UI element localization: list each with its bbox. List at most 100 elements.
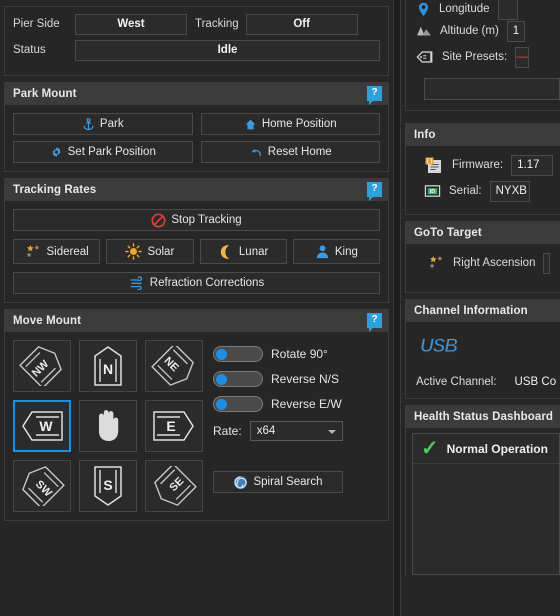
site-name-input[interactable] [424, 78, 560, 100]
reverse-ns-row: Reverse N/S [213, 371, 380, 387]
reset-home-button[interactable]: Reset Home [200, 141, 380, 163]
move-mount-options: Rotate 90° Reverse N/S Reverse E/W Rate: [213, 340, 380, 512]
reverse-ew-toggle[interactable] [213, 396, 263, 412]
help-icon[interactable]: ? [367, 313, 382, 332]
solar-button[interactable]: Solar [106, 239, 194, 264]
move-northeast-button[interactable]: NE [145, 340, 203, 392]
park-button[interactable]: Park [13, 113, 193, 135]
info-header: Info [406, 124, 560, 146]
active-channel-value: USB Co [514, 376, 557, 388]
status-row-status: Status Idle [13, 39, 380, 61]
refraction-corrections-button[interactable]: Refraction Corrections [13, 272, 380, 294]
move-stop-button[interactable] [79, 400, 137, 452]
site-presets-row: Site Presets: — [406, 44, 560, 70]
svg-text:NW: NW [30, 358, 52, 380]
health-status-header: Health Status Dashboard [406, 406, 560, 428]
svg-text:N: N [103, 361, 113, 377]
active-channel-row: Active Channel: USB Co [406, 372, 560, 392]
svg-text:E: E [166, 418, 175, 434]
toggle-knob [216, 374, 227, 385]
goto-target-body: Right Ascension [406, 244, 560, 292]
park-button-label: Park [99, 118, 124, 130]
home-position-label: Home Position [261, 118, 337, 130]
status-row-pier-tracking: Pier Side West Tracking Off [13, 13, 380, 35]
chevron-down-icon [327, 430, 336, 434]
move-mount-controls: NW N NE W E SW S SE Rotate 90° Reverse N… [13, 340, 380, 512]
status-label: Status [13, 44, 46, 56]
rate-select[interactable]: x64 [249, 421, 343, 441]
firmware-icon: {} [424, 156, 444, 175]
home-position-button[interactable]: Home Position [200, 113, 380, 135]
move-northwest-button[interactable]: NW [13, 340, 71, 392]
set-park-position-button[interactable]: Set Park Position [13, 141, 193, 163]
rate-label: Rate: [213, 424, 242, 438]
pier-side-value: West [75, 13, 187, 35]
site-presets-label: Site Presets: [442, 51, 508, 63]
site-presets-select[interactable]: — [515, 46, 530, 68]
move-north-button[interactable]: N [79, 340, 137, 392]
move-south-button[interactable]: S [79, 460, 137, 512]
reverse-ew-row: Reverse E/W [213, 396, 380, 412]
sidereal-button[interactable]: Sidereal [13, 239, 101, 264]
king-label: King [334, 245, 358, 258]
longitude-input[interactable] [497, 0, 518, 20]
tracking-rates-title: Tracking Rates [13, 184, 97, 196]
gear-icon [50, 146, 63, 159]
lunar-button[interactable]: Lunar [199, 239, 287, 264]
reverse-ns-toggle[interactable] [213, 371, 263, 387]
move-mount-title: Move Mount [13, 315, 82, 327]
firmware-label: Firmware: [452, 159, 504, 171]
active-channel-label: Active Channel: [416, 376, 497, 388]
serial-label: Serial: [449, 185, 482, 197]
longitude-row: Longitude [406, 0, 560, 20]
move-southwest-button[interactable]: SW [13, 460, 71, 512]
stop-tracking-button[interactable]: Stop Tracking [13, 209, 380, 231]
longitude-label: Longitude [439, 3, 490, 15]
health-status-list: ✓ Normal Operation [412, 433, 560, 575]
rotate-90-row: Rotate 90° [213, 346, 380, 362]
help-icon[interactable]: ? [367, 86, 382, 105]
channel-information-body: USB Active Channel: USB Co [406, 322, 560, 398]
move-east-button[interactable]: E [145, 400, 203, 452]
site-group: Longitude Altitude (m) 1 Site Presets: — [405, 0, 560, 111]
moon-icon [218, 244, 234, 260]
right-ascension-input[interactable] [543, 252, 551, 274]
park-buttons-row-2: Set Park Position Reset Home [13, 141, 380, 163]
serial-value: NYXB [489, 180, 530, 202]
check-icon: ✓ [421, 437, 439, 460]
pier-side-label: Pier Side [13, 18, 60, 30]
anchor-icon [82, 117, 95, 131]
svg-text:SE: SE [167, 475, 186, 494]
set-park-position-label: Set Park Position [67, 146, 156, 158]
list-item[interactable]: ✓ Normal Operation [413, 434, 559, 464]
firmware-row: {} Firmware: 1.17 [406, 152, 560, 178]
move-southeast-button[interactable]: SE [145, 460, 203, 512]
tracking-rates-header: Tracking Rates ? [5, 179, 388, 201]
rotate-90-toggle[interactable] [213, 346, 263, 362]
move-west-button[interactable]: W [13, 400, 71, 452]
mountain-icon [416, 24, 432, 38]
health-status-title: Health Status Dashboard [414, 411, 554, 423]
id-badge-icon: ID [424, 183, 441, 199]
goto-target-group: GoTo Target Right Ascension [405, 221, 560, 293]
map-pin-icon [416, 2, 431, 17]
refraction-corrections-label: Refraction Corrections [149, 277, 265, 289]
channel-information-title: Channel Information [414, 305, 528, 317]
park-mount-group: Park Mount ? Park Home Position Set Park… [4, 82, 389, 172]
app-root: Pier Side West Tracking Off Status Idle … [0, 0, 560, 616]
solar-label: Solar [147, 245, 175, 258]
tracking-rate-buttons: Sidereal Solar Lunar King [13, 239, 380, 264]
king-button[interactable]: King [292, 239, 380, 264]
info-group: Info {} Firmware: 1.17 ID Serial: NYXB [405, 123, 560, 215]
site-info-panel: Longitude Altitude (m) 1 Site Presets: — [401, 0, 560, 616]
panel-divider[interactable] [393, 0, 401, 616]
park-buttons-row-1: Park Home Position [13, 113, 380, 135]
altitude-input[interactable]: 1 [506, 20, 525, 42]
help-icon[interactable]: ? [367, 182, 382, 201]
spiral-search-button[interactable]: Spiral Search [213, 471, 343, 493]
channel-information-group: Channel Information USB Active Channel: … [405, 299, 560, 399]
lunar-label: Lunar [238, 245, 269, 258]
sun-icon [125, 243, 143, 260]
stars-icon [25, 244, 42, 260]
usb-logo: USB [420, 336, 459, 358]
